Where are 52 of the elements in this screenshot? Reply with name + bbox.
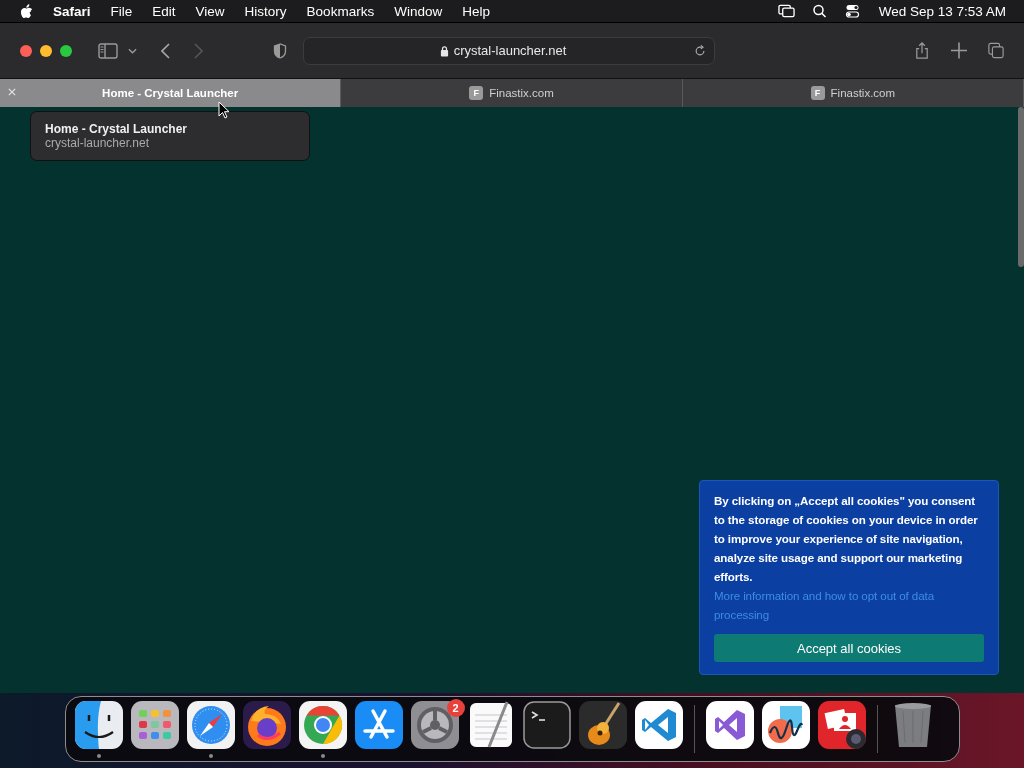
new-tab-icon[interactable] (951, 42, 967, 59)
tab-overview-icon[interactable] (988, 42, 1004, 59)
color-ring-icon[interactable] (298, 700, 347, 749)
fox-globe-icon[interactable] (242, 700, 291, 749)
address-field[interactable]: crystal-launcher.net (303, 36, 715, 65)
reload-icon[interactable] (694, 44, 706, 57)
menu-item[interactable]: Bookmarks (306, 3, 375, 19)
accept-cookies-button[interactable]: Accept all cookies (714, 634, 984, 662)
close-tab-icon[interactable] (8, 88, 16, 96)
site-favicon: F (469, 86, 484, 100)
menu-item[interactable]: Window (394, 3, 443, 19)
code-editor-icon[interactable] (634, 700, 683, 749)
minimize-window-button[interactable] (40, 44, 52, 57)
smiling-face-app-icon[interactable] (74, 700, 123, 749)
photo-camera-app-icon[interactable] (817, 700, 866, 749)
menu-item[interactable]: View (195, 3, 225, 19)
shield-icon[interactable] (273, 42, 287, 59)
app-grid-icon[interactable] (130, 700, 179, 749)
menu-item[interactable]: File (110, 3, 133, 19)
mouse-cursor-icon (218, 101, 230, 119)
scribble-board-icon[interactable] (761, 700, 810, 749)
share-icon[interactable] (914, 42, 930, 59)
menu-item[interactable]: Edit (152, 3, 176, 19)
close-window-button[interactable] (20, 44, 32, 57)
cookie-consent-text: By clicking on „Accept all cookies" you consent to the storage of cookies on your device in order to improve your experience of site navigation, analyze site usage and support our marketing efforts. More information and how to opt out of data processing (714, 491, 984, 624)
compass-icon[interactable] (186, 700, 235, 749)
search-icon[interactable] (810, 4, 828, 18)
site-favicon: F (810, 86, 825, 100)
zoom-window-button[interactable] (60, 44, 72, 57)
app-store-icon[interactable] (354, 700, 403, 749)
tooltip-title: Home - Crystal Launcher (45, 122, 189, 136)
address-text: crystal-launcher.net (453, 43, 567, 58)
back-icon[interactable] (161, 42, 170, 59)
menu-item[interactable]: Safari (53, 3, 91, 19)
running-indicator (208, 753, 213, 758)
lock-icon (439, 44, 449, 57)
apple-logo-icon[interactable] (20, 3, 33, 19)
menu-bar-clock[interactable]: Wed Sep 13 7:53 AM (878, 3, 1006, 19)
gear-icon[interactable] (410, 700, 459, 749)
tooltip-url: crystal-launcher.net (45, 136, 151, 150)
running-indicator (320, 753, 325, 758)
sidebar-icon[interactable] (98, 42, 118, 59)
terminal-icon[interactable] (522, 700, 571, 749)
screen-mirroring-icon[interactable] (777, 4, 795, 18)
scrollbar[interactable] (1018, 107, 1024, 267)
control-center-icon[interactable] (843, 4, 861, 18)
chevron-down-icon[interactable] (128, 47, 137, 54)
running-indicator (96, 753, 101, 758)
menu-item[interactable]: History (244, 3, 287, 19)
bow-tie-app-icon[interactable] (705, 700, 754, 749)
menu-item[interactable]: Help (462, 3, 490, 19)
guitar-icon[interactable] (578, 700, 627, 749)
